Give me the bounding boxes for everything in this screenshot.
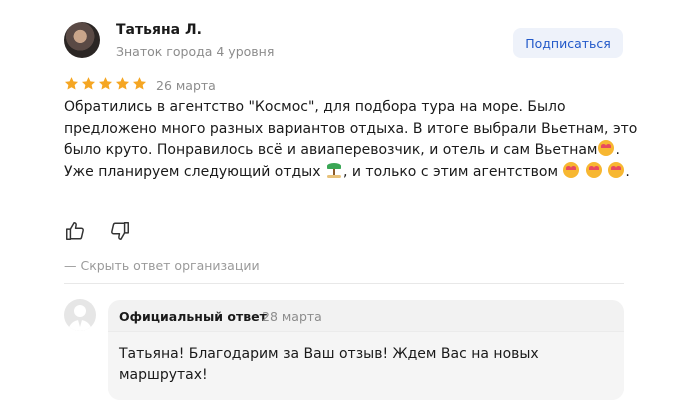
star-icon xyxy=(115,77,130,90)
star-icon xyxy=(64,77,79,90)
star-icon xyxy=(81,77,96,90)
star-icon xyxy=(98,77,113,90)
org-reply-text: Татьяна! Благодарим за Ваш отзыв! Ждем В… xyxy=(119,346,539,383)
smiling-face-with-hearts-icon xyxy=(598,140,615,156)
review-card: Татьяна Л. Знаток города 4 уровня Подпис… xyxy=(0,0,686,412)
author-avatar[interactable] xyxy=(64,22,100,58)
thumbs-down-icon[interactable] xyxy=(109,220,131,242)
user-silhouette-icon xyxy=(68,305,92,331)
smiling-face-with-hearts-icon xyxy=(585,161,602,178)
hide-org-reply-toggle[interactable]: — Скрыть ответ организации xyxy=(64,258,260,273)
author-name[interactable]: Татьяна Л. xyxy=(116,22,202,38)
desert-island-icon xyxy=(326,162,342,178)
org-reply-title: Официальный ответ xyxy=(119,309,267,324)
smiling-face-with-hearts-icon xyxy=(608,161,625,178)
star-icon xyxy=(132,77,147,90)
review-text-part: . xyxy=(625,163,630,180)
rating-stars xyxy=(64,76,147,91)
subscribe-button[interactable]: Подписаться xyxy=(513,28,623,58)
thumbs-up-icon[interactable] xyxy=(64,220,86,242)
smiling-face-with-hearts-icon xyxy=(563,161,580,178)
review-text: Обратились в агентство "Космос", для под… xyxy=(64,97,654,183)
review-date: 26 марта xyxy=(156,78,216,93)
organization-avatar xyxy=(64,299,96,331)
author-level: Знаток города 4 уровня xyxy=(116,44,275,59)
review-text-part: , и только с этим агентством xyxy=(342,163,559,180)
org-reply-date: 28 марта xyxy=(262,309,322,324)
review-text-part: Обратились в агентство "Космос", для под… xyxy=(64,99,638,158)
divider xyxy=(64,283,624,284)
